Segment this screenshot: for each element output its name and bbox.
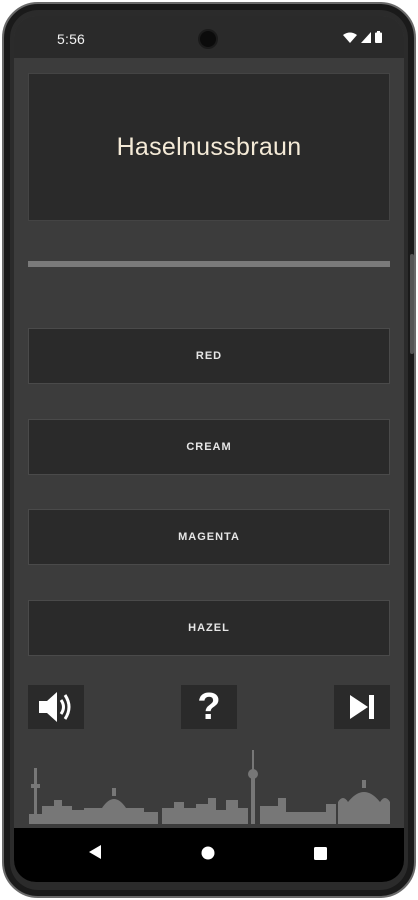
front-camera	[198, 29, 218, 49]
answer-option-2[interactable]: CREAM	[28, 419, 390, 475]
word-card: Haselnussbraun	[28, 73, 390, 221]
answer-option-label: CREAM	[186, 441, 232, 453]
progress-fill	[28, 261, 390, 267]
help-icon: ?	[197, 686, 221, 728]
battery-icon	[375, 31, 382, 43]
progress-bar	[28, 261, 390, 267]
sound-button[interactable]	[28, 685, 84, 729]
city-skyline-illustration	[29, 750, 390, 824]
status-icons	[343, 31, 382, 43]
system-nav-bar	[14, 828, 404, 882]
wifi-icon	[343, 32, 357, 43]
recents-icon[interactable]	[314, 847, 327, 860]
status-bar: 5:56	[14, 16, 404, 58]
answer-option-1[interactable]: RED	[28, 328, 390, 384]
back-icon[interactable]	[88, 844, 102, 860]
answer-option-4[interactable]: HAZEL	[28, 600, 390, 656]
cellular-signal-icon	[361, 31, 371, 43]
phone-side-button	[410, 254, 414, 354]
home-icon[interactable]	[201, 846, 215, 860]
help-button[interactable]: ?	[181, 685, 237, 729]
answer-option-label: MAGENTA	[178, 531, 240, 543]
speaker-icon	[39, 692, 71, 722]
skip-button[interactable]	[334, 685, 390, 729]
quiz-word: Haselnussbraun	[116, 132, 302, 161]
status-time: 5:56	[57, 31, 86, 47]
app-screen: 5:56 Haselnussbraun RED CREAM MAGENTA HA…	[14, 16, 404, 882]
answer-option-3[interactable]: MAGENTA	[28, 509, 390, 565]
skip-next-icon	[350, 695, 374, 719]
answer-option-label: HAZEL	[188, 622, 230, 634]
answer-option-label: RED	[195, 350, 223, 362]
